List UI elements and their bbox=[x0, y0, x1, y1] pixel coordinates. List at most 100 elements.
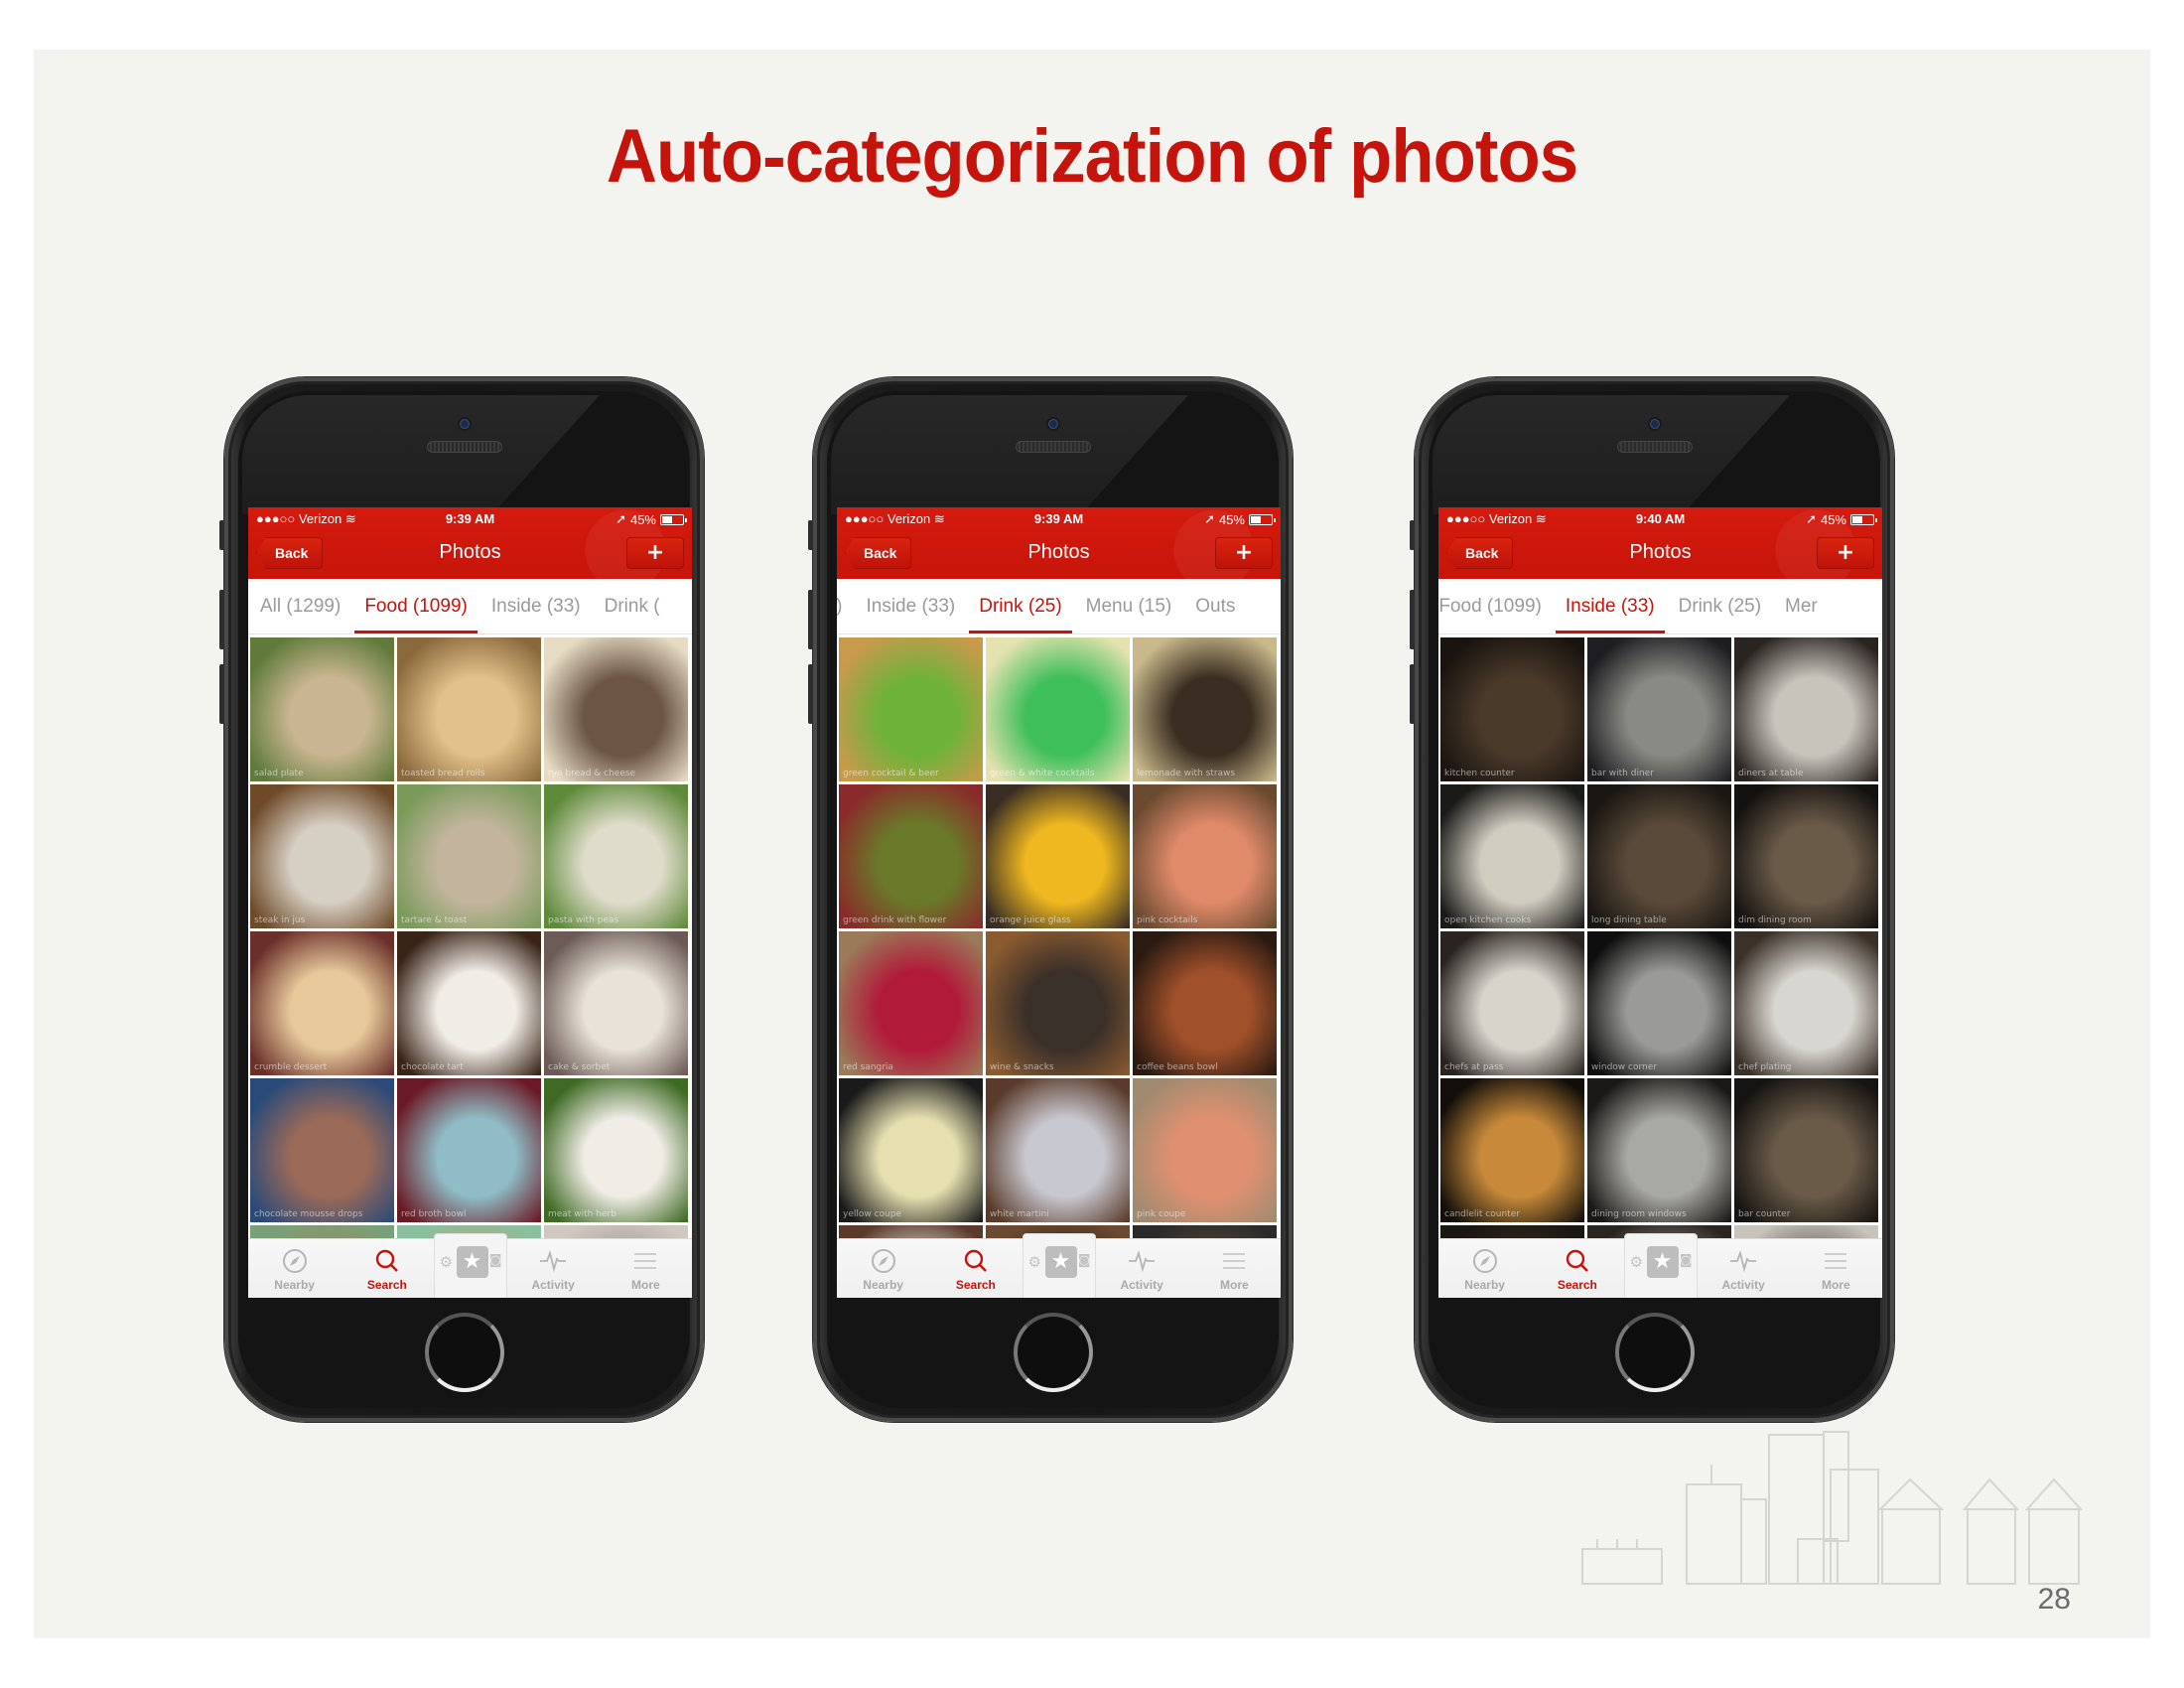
photo-thumbnail[interactable]: diners at table bbox=[1734, 637, 1878, 781]
photo-thumbnail[interactable]: kitchen counter bbox=[1440, 637, 1584, 781]
photo-thumbnail[interactable]: steak in jus bbox=[250, 784, 394, 928]
tab-more[interactable]: More bbox=[1790, 1239, 1882, 1298]
photo-description: chefs at pass bbox=[1444, 1062, 1504, 1072]
category-tab[interactable]: Outs bbox=[1183, 579, 1247, 633]
category-tab[interactable]: Food (1099) bbox=[352, 579, 479, 633]
photo-thumbnail[interactable]: dim dining room bbox=[1734, 784, 1878, 928]
photo-thumbnail[interactable]: crumble dessert bbox=[250, 931, 394, 1075]
home-button[interactable] bbox=[1614, 1313, 1695, 1392]
photo-thumbnail[interactable]: white martini bbox=[986, 1078, 1130, 1222]
status-right: ➚ 45% bbox=[1806, 511, 1877, 527]
tab-activity[interactable]: Activity bbox=[507, 1239, 600, 1298]
category-tab[interactable]: Drink (25) bbox=[1667, 579, 1773, 633]
photo-thumbnail[interactable]: rye bread & cheese bbox=[544, 637, 688, 781]
home-button[interactable] bbox=[424, 1313, 504, 1392]
category-tabs: All (1299) Food (1099) Inside (33) Drink ( bbox=[248, 579, 692, 634]
front-camera bbox=[1047, 419, 1058, 429]
photo-thumbnail[interactable]: chocolate mousse drops bbox=[250, 1078, 394, 1222]
tab-search[interactable]: Search bbox=[929, 1239, 1022, 1298]
category-tab[interactable]: Drink ( bbox=[593, 579, 672, 633]
photo-description: red broth bowl bbox=[401, 1209, 467, 1219]
add-photo-button[interactable]: + bbox=[1817, 537, 1874, 569]
photo-thumbnail[interactable]: chef plating bbox=[1734, 931, 1878, 1075]
tab-nearby[interactable]: Nearby bbox=[248, 1239, 341, 1298]
photo-thumbnail[interactable]: tartare & toast bbox=[397, 784, 541, 928]
photo-thumbnail[interactable]: green drink with flower bbox=[839, 784, 983, 928]
mute-switch bbox=[808, 520, 813, 550]
photo-thumbnail[interactable]: chefs at pass bbox=[1440, 931, 1584, 1075]
photo-thumbnail[interactable]: red sangria bbox=[839, 931, 983, 1075]
photo-thumbnail[interactable]: salad plate bbox=[250, 637, 394, 781]
category-tab[interactable]: Inside (33) bbox=[479, 579, 593, 633]
category-tab[interactable]: Inside (33) bbox=[1554, 579, 1667, 633]
photo-thumbnail[interactable]: wine & snacks bbox=[986, 931, 1130, 1075]
volume-down-button bbox=[808, 664, 813, 724]
category-tab[interactable]: Food (1099) bbox=[1438, 579, 1554, 633]
nav-bar: Back Photos + bbox=[837, 529, 1281, 579]
tab-more[interactable]: More bbox=[1188, 1239, 1281, 1298]
category-tab[interactable]: Inside (33) bbox=[854, 579, 967, 633]
status-bar: ●●●○○ Verizon ≋ 9:40 AM ➚ 45% bbox=[1438, 507, 1882, 529]
tab-search[interactable]: Search bbox=[1531, 1239, 1623, 1298]
photo-thumbnail[interactable]: pink coupe bbox=[1133, 1078, 1277, 1222]
add-photo-button[interactable]: + bbox=[626, 537, 684, 569]
photo-thumbnail[interactable]: toasted bread rolls bbox=[397, 637, 541, 781]
tab-search[interactable]: Search bbox=[341, 1239, 433, 1298]
photo-thumbnail[interactable]: bar counter bbox=[1734, 1078, 1878, 1222]
nav-title: Photos bbox=[1027, 541, 1090, 563]
photo-description: long dining table bbox=[1591, 915, 1667, 925]
review-center-button[interactable]: ⚙ ★ ◙ bbox=[433, 1233, 507, 1298]
review-center-button[interactable]: ⚙ ★ ◙ bbox=[1022, 1233, 1096, 1298]
photo-thumbnail[interactable]: open kitchen cooks bbox=[1440, 784, 1584, 928]
category-tab[interactable]: Mer bbox=[1773, 579, 1830, 633]
photo-thumbnail[interactable]: coffee beans bowl bbox=[1133, 931, 1277, 1075]
tab-activity[interactable]: Activity bbox=[1698, 1239, 1790, 1298]
nav-bar: Back Photos + bbox=[1438, 529, 1882, 579]
photo-thumbnail[interactable]: yellow coupe bbox=[839, 1078, 983, 1222]
screen-glare bbox=[1433, 395, 1790, 514]
app-header: ●●●○○ Verizon ≋ 9:39 AM ➚ 45% Back Photo… bbox=[837, 507, 1281, 579]
photo-thumbnail[interactable]: chocolate tart bbox=[397, 931, 541, 1075]
category-tab[interactable]: All (1299) bbox=[248, 579, 352, 633]
tab-label: Activity bbox=[1120, 1278, 1163, 1292]
photo-description: chocolate tart bbox=[401, 1062, 464, 1072]
photo-description: crumble dessert bbox=[254, 1062, 328, 1072]
bottom-tab-bar: Nearby Search ⚙ ★ ◙ Activity More bbox=[1438, 1233, 1882, 1298]
tab-more[interactable]: More bbox=[600, 1239, 692, 1298]
photo-thumbnail[interactable]: pink cocktails bbox=[1133, 784, 1277, 928]
photo-grid: salad plate toasted bread rolls rye bread … bbox=[250, 637, 690, 1298]
screen-glare bbox=[242, 395, 600, 514]
photo-thumbnail[interactable]: orange juice glass bbox=[986, 784, 1130, 928]
review-center-button[interactable]: ⚙ ★ ◙ bbox=[1623, 1233, 1698, 1298]
photo-thumbnail[interactable]: meat with herb bbox=[544, 1078, 688, 1222]
photo-thumbnail[interactable]: window corner bbox=[1587, 931, 1731, 1075]
photo-thumbnail[interactable]: pasta with peas bbox=[544, 784, 688, 928]
volume-down-button bbox=[219, 664, 224, 724]
category-tab[interactable]: Menu (15) bbox=[1074, 579, 1184, 633]
status-bar: ●●●○○ Verizon ≋ 9:39 AM ➚ 45% bbox=[837, 507, 1281, 529]
category-tab[interactable]: Drink (25) bbox=[967, 579, 1073, 633]
category-tab[interactable]: 99) bbox=[837, 579, 854, 633]
tab-label: More bbox=[1220, 1278, 1249, 1292]
location-arrow-icon: ➚ bbox=[615, 511, 626, 526]
photo-thumbnail[interactable]: red broth bowl bbox=[397, 1078, 541, 1222]
gear-icon: ⚙ bbox=[1027, 1253, 1041, 1271]
tab-activity[interactable]: Activity bbox=[1096, 1239, 1188, 1298]
tab-nearby[interactable]: Nearby bbox=[1438, 1239, 1531, 1298]
photo-description: chef plating bbox=[1738, 1062, 1792, 1072]
photo-description: pasta with peas bbox=[548, 915, 619, 925]
photo-thumbnail[interactable]: candlelit counter bbox=[1440, 1078, 1584, 1222]
home-button[interactable] bbox=[1013, 1313, 1093, 1392]
photo-description: green & white cocktails bbox=[990, 769, 1095, 778]
tab-nearby[interactable]: Nearby bbox=[837, 1239, 929, 1298]
photo-thumbnail[interactable]: dining room windows bbox=[1587, 1078, 1731, 1222]
photo-thumbnail[interactable]: bar with diner bbox=[1587, 637, 1731, 781]
photo-description: orange juice glass bbox=[990, 915, 1071, 925]
photo-thumbnail[interactable]: green cocktail & beer bbox=[839, 637, 983, 781]
photo-thumbnail[interactable]: lemonade with straws bbox=[1133, 637, 1277, 781]
photo-thumbnail[interactable]: green & white cocktails bbox=[986, 637, 1130, 781]
photo-thumbnail[interactable]: long dining table bbox=[1587, 784, 1731, 928]
volume-up-button bbox=[808, 590, 813, 649]
add-photo-button[interactable]: + bbox=[1215, 537, 1273, 569]
photo-thumbnail[interactable]: cake & sorbet bbox=[544, 931, 688, 1075]
